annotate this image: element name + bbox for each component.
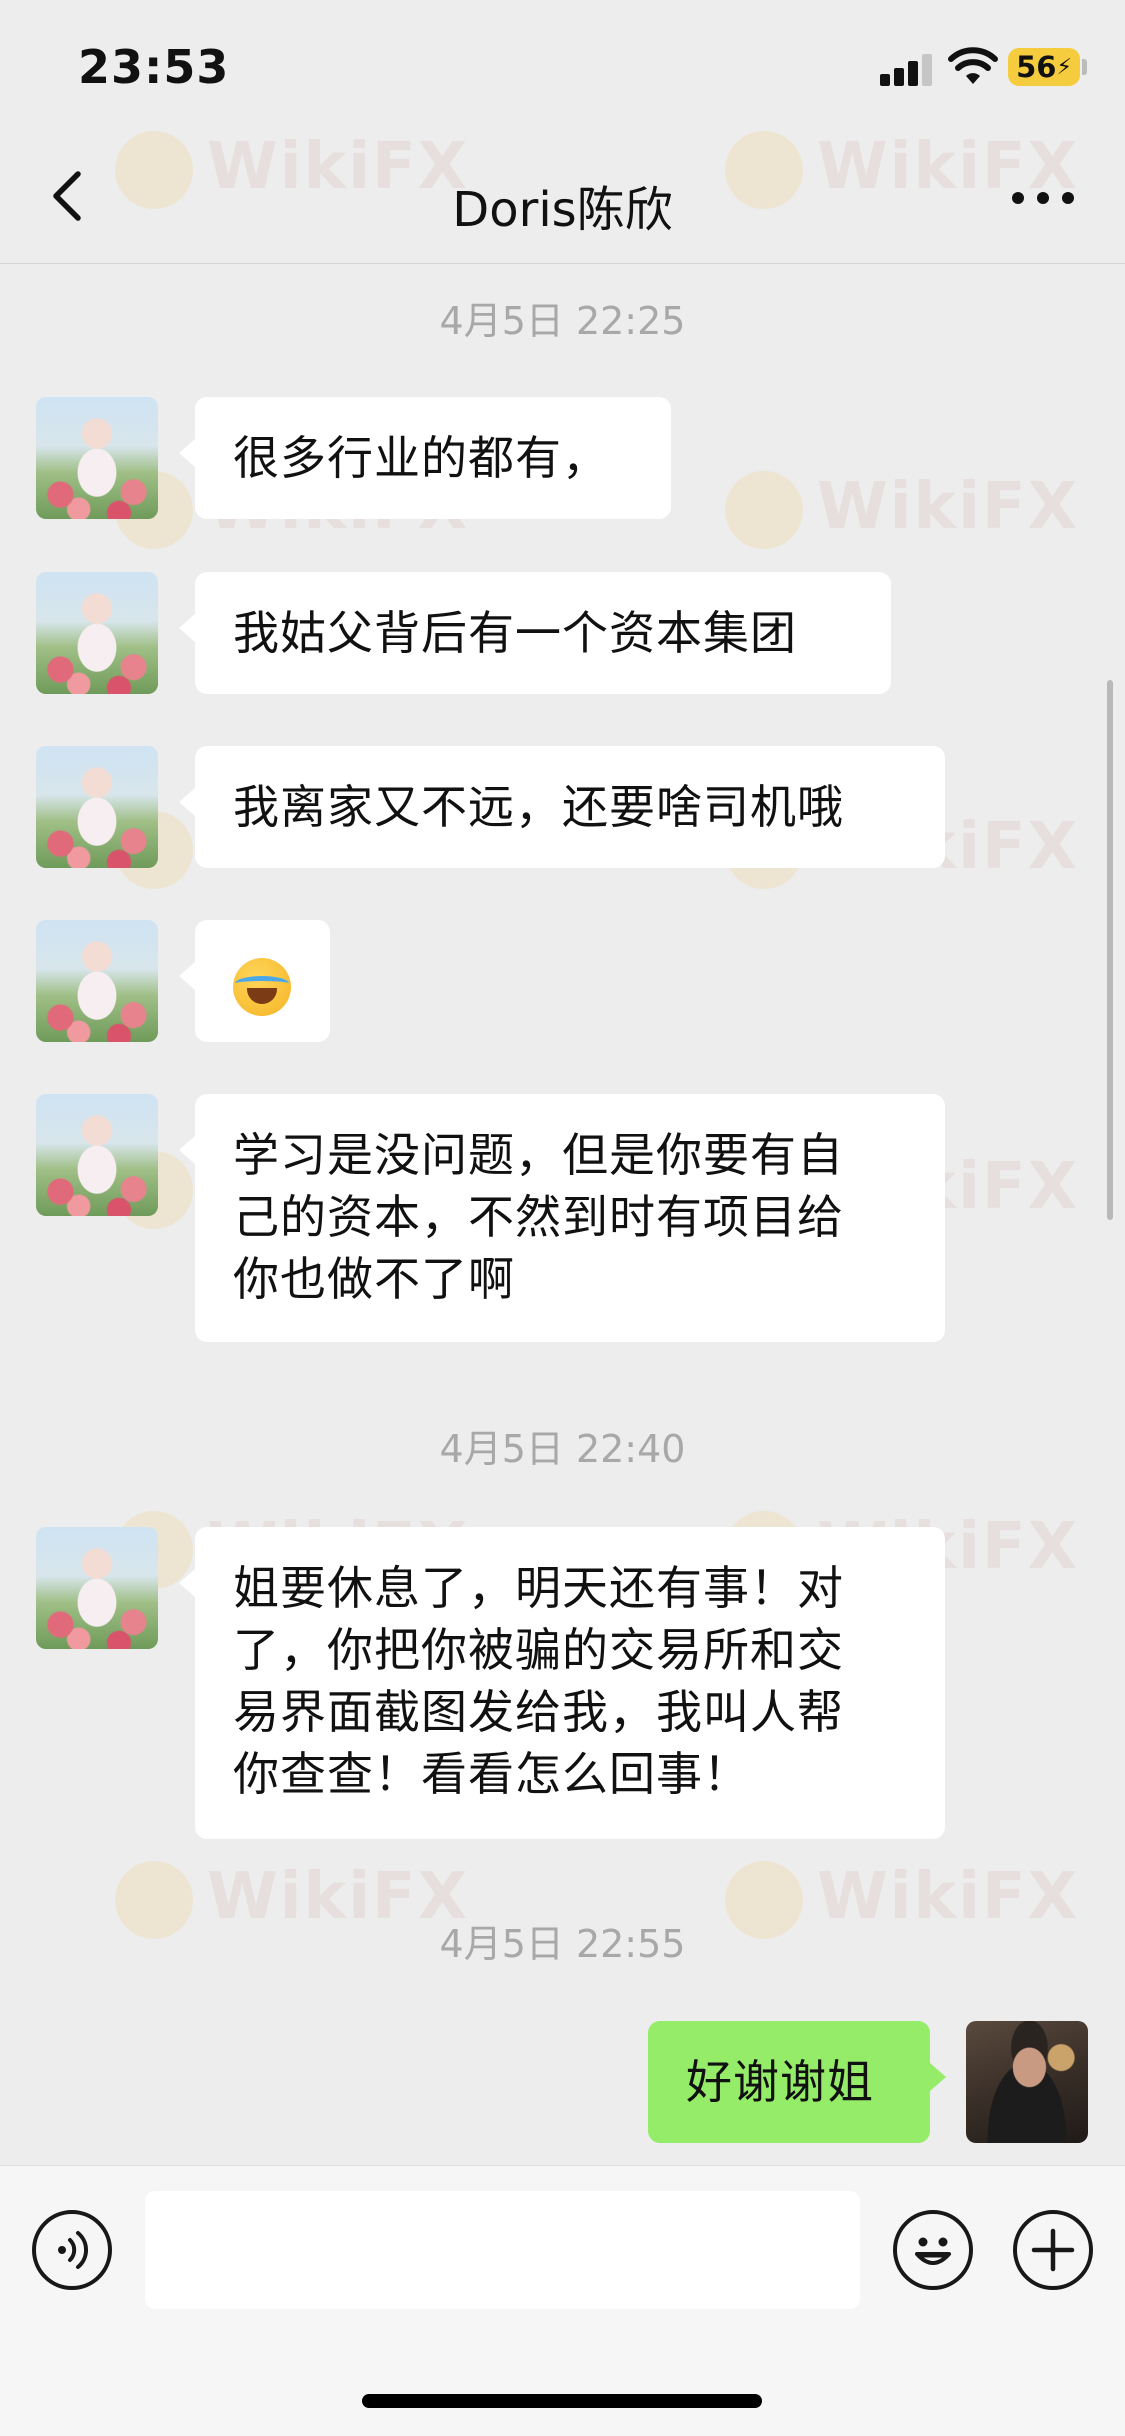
message-text: 我离家又不远，还要啥司机哦 [233, 780, 844, 834]
voice-icon [58, 2231, 89, 2269]
message-text-input[interactable] [145, 2191, 860, 2309]
message-text-line: 己的资本，不然到时有项目给 [233, 1190, 844, 1244]
message-text-line: 了，你把你被骗的交易所和交 [233, 1623, 844, 1677]
incoming-message[interactable]: 学习是没问题，但是你要有自 己的资本，不然到时有项目给 你也做不了啊 [179, 1094, 945, 1342]
contact-avatar[interactable] [36, 397, 158, 519]
message-text-line: 你也做不了啊 [233, 1252, 515, 1306]
outgoing-message[interactable]: 好谢谢姐 [648, 2021, 946, 2143]
message-timestamp: 4月5日 22:25 [439, 299, 686, 343]
cellular-signal-icon [880, 52, 936, 86]
battery-icon: 56 ⚡ [1008, 48, 1080, 86]
battery-tip [1082, 59, 1087, 75]
more-functions-button[interactable] [1013, 2210, 1093, 2290]
voice-input-button[interactable] [32, 2210, 112, 2290]
message-timestamp: 4月5日 22:40 [439, 1427, 686, 1471]
status-bar: 23:53 56 ⚡ [0, 0, 1125, 130]
battery-level: 56 [1016, 50, 1057, 84]
contact-avatar[interactable] [36, 572, 158, 694]
incoming-message[interactable]: 姐要休息了，明天还有事！对 了，你把你被骗的交易所和交 易界面截图发给我，我叫人… [179, 1527, 945, 1839]
message-text: 我姑父背后有一个资本集团 [233, 606, 797, 660]
message-text-line: 易界面截图发给我，我叫人帮 [233, 1685, 844, 1739]
wifi-icon [948, 47, 998, 84]
incoming-message[interactable]: 我姑父背后有一个资本集团 [179, 572, 891, 694]
chat-message-list[interactable]: 4月5日 22:25 很多行业的都有， 我姑父背后有一个资本集团 我离家又不远，… [0, 265, 1125, 2165]
more-options-icon[interactable] [1008, 178, 1078, 218]
scrollbar[interactable] [1107, 680, 1113, 1220]
home-indicator[interactable] [362, 2394, 762, 2408]
message-text: 很多行业的都有， [233, 431, 609, 485]
emoji-icon [915, 2237, 951, 2265]
incoming-message[interactable]: 很多行业的都有， [179, 397, 671, 519]
chat-header: Doris陈欣 [0, 130, 1125, 264]
rolling-laughing-emoji-icon [233, 957, 291, 1016]
chat-title[interactable]: Doris陈欣 [0, 170, 1125, 240]
incoming-message[interactable]: 我离家又不远，还要啥司机哦 [179, 746, 945, 868]
message-timestamp: 4月5日 22:55 [439, 1922, 686, 1966]
contact-avatar[interactable] [36, 1094, 158, 1216]
incoming-emoji-message[interactable] [179, 920, 330, 1042]
status-time: 23:53 [78, 40, 230, 94]
contact-avatar[interactable] [36, 746, 158, 868]
contact-avatar[interactable] [36, 920, 158, 1042]
my-avatar[interactable] [966, 2021, 1088, 2143]
message-text-line: 你查查！看看怎么回事！ [233, 1747, 750, 1801]
message-text-line: 学习是没问题，但是你要有自 [233, 1128, 844, 1182]
plus-icon [1031, 2228, 1075, 2272]
message-text: 好谢谢姐 [686, 2055, 874, 2109]
emoji-button[interactable] [893, 2210, 973, 2290]
message-text-line: 姐要休息了，明天还有事！对 [233, 1561, 844, 1615]
contact-avatar[interactable] [36, 1527, 158, 1649]
